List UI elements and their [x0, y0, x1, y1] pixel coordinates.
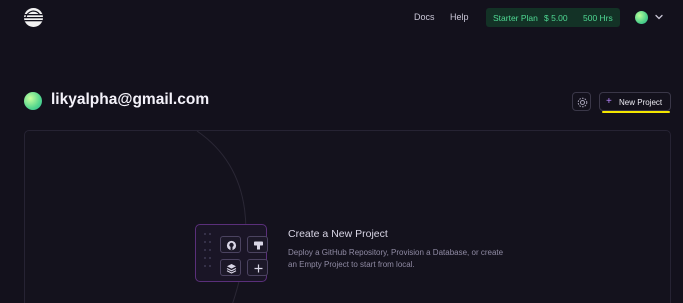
new-project-label: New Project: [619, 98, 663, 107]
dots-decoration: [204, 233, 211, 267]
empty-project-tile[interactable]: [247, 259, 268, 276]
docs-link[interactable]: Docs: [414, 12, 435, 22]
empty-state-title: Create a New Project: [288, 228, 388, 240]
annotation-underline: [602, 111, 670, 113]
database-tile[interactable]: [220, 259, 241, 276]
github-tile[interactable]: [220, 236, 241, 253]
plus-icon: +: [606, 96, 612, 107]
projects-panel: [24, 130, 671, 303]
decorative-arc: [196, 131, 247, 303]
plan-hours: 500 Hrs: [583, 13, 613, 23]
template-icon: [254, 241, 263, 250]
profile-email: likyalpha@gmail.com: [51, 91, 210, 108]
gear-icon: [577, 97, 588, 108]
profile-avatar: [24, 92, 42, 110]
user-avatar[interactable]: [635, 11, 648, 24]
top-navbar: Docs Help Starter Plan $ 5.00 500 Hrs: [0, 0, 683, 36]
settings-button[interactable]: [572, 92, 591, 111]
new-project-illustration[interactable]: [195, 224, 268, 282]
new-project-button[interactable]: + New Project: [599, 92, 671, 111]
plan-credit: $ 5.00: [544, 13, 568, 23]
chevron-down-icon[interactable]: [654, 12, 664, 22]
empty-state-description: Deploy a GitHub Repository, Provision a …: [288, 248, 504, 269]
database-icon: [226, 264, 237, 274]
plan-name: Starter Plan: [493, 13, 538, 23]
help-link[interactable]: Help: [450, 12, 469, 22]
plan-badge[interactable]: Starter Plan $ 5.00 500 Hrs: [486, 8, 620, 27]
plus-icon: [254, 264, 263, 273]
railway-logo-icon[interactable]: [24, 8, 43, 27]
template-tile[interactable]: [247, 236, 268, 253]
github-icon: [226, 240, 237, 251]
